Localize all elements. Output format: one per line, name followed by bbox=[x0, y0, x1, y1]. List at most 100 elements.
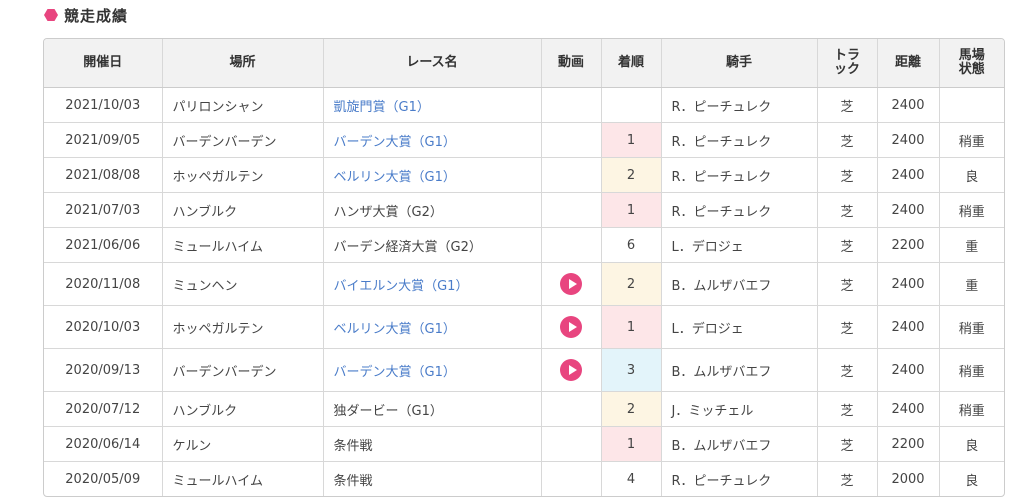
video-cell bbox=[541, 348, 602, 392]
jockey-cell: B．ムルザバエフ bbox=[661, 348, 818, 392]
race-name-text: 独ダービー（G1） bbox=[333, 403, 443, 419]
race-name-cell: バーデン経済大賞（G2） bbox=[323, 227, 542, 263]
race-name-cell: 独ダービー（G1） bbox=[323, 391, 542, 427]
video-cell bbox=[541, 87, 602, 123]
jockey-cell: R．ピーチュレク bbox=[661, 157, 818, 193]
race-name-text: バーデン経済大賞（G2） bbox=[333, 239, 482, 255]
race-name-cell: 条件戦 bbox=[323, 426, 542, 462]
header-date: 開催日 bbox=[44, 39, 163, 88]
distance-cell: 2400 bbox=[877, 305, 940, 349]
race-name-link[interactable]: バイエルン大賞（G1） bbox=[334, 279, 469, 294]
race-name-cell: 条件戦 bbox=[323, 461, 542, 496]
venue-cell: ミュールハイム bbox=[162, 227, 324, 263]
condition-cell: 稍重 bbox=[939, 305, 1004, 349]
race-name-cell: バイエルン大賞（G1） bbox=[323, 262, 542, 306]
play-icon[interactable] bbox=[560, 359, 582, 381]
track-cell: 芝 bbox=[817, 426, 878, 462]
finish-cell: 3 bbox=[601, 348, 662, 392]
section-title: 競走成績 bbox=[64, 6, 129, 25]
video-cell bbox=[541, 192, 602, 228]
date-cell: 2020/07/12 bbox=[44, 391, 163, 427]
header-video: 動画 bbox=[541, 39, 602, 88]
jockey-cell: R．ピーチュレク bbox=[661, 87, 818, 123]
finish-cell: 1 bbox=[601, 192, 662, 228]
condition-cell: 重 bbox=[939, 262, 1004, 306]
finish-cell: 1 bbox=[601, 122, 662, 158]
jockey-cell: R．ピーチュレク bbox=[661, 461, 818, 496]
table-row: 2020/05/09 ミュールハイム 条件戦 4 R．ピーチュレク芝 2000 良 bbox=[44, 461, 1004, 496]
distance-cell: 2200 bbox=[877, 426, 940, 462]
race-name-cell: バーデン大賞（G1） bbox=[323, 348, 542, 392]
date-cell: 2020/05/09 bbox=[44, 461, 163, 496]
condition-cell: 良 bbox=[939, 157, 1004, 193]
date-cell: 2021/07/03 bbox=[44, 192, 163, 228]
table-row: 2020/09/13 バーデンバーデン バーデン大賞（G1） 3 B．ムルザバエフ芝 24… bbox=[44, 348, 1004, 392]
track-cell: 芝 bbox=[817, 192, 878, 228]
table-row: 2021/10/03 パリロンシャン 凱旋門賞（G1） R．ピーチュレク芝 2400 bbox=[44, 87, 1004, 123]
table-row: 2021/07/03 ハンブルク ハンザ大賞（G2） 1 R．ピーチュレク芝 2400 稍重 bbox=[44, 192, 1004, 228]
track-cell: 芝 bbox=[817, 391, 878, 427]
venue-cell: バーデンバーデン bbox=[162, 348, 324, 392]
race-name-cell: ベルリン大賞（G1） bbox=[323, 157, 542, 193]
header-distance: 距離 bbox=[877, 39, 940, 88]
date-cell: 2021/10/03 bbox=[44, 87, 163, 123]
race-name-cell: ベルリン大賞（G1） bbox=[323, 305, 542, 349]
date-cell: 2020/10/03 bbox=[44, 305, 163, 349]
condition-cell bbox=[939, 87, 1004, 123]
header-race: レース名 bbox=[323, 39, 542, 88]
jockey-cell: R．ピーチュレク bbox=[661, 122, 818, 158]
venue-cell: ハンブルク bbox=[162, 391, 324, 427]
race-name-link[interactable]: バーデン大賞（G1） bbox=[334, 135, 456, 150]
venue-cell: パリロンシャン bbox=[162, 87, 324, 123]
race-name-text: 条件戦 bbox=[333, 473, 373, 489]
venue-cell: バーデンバーデン bbox=[162, 122, 324, 158]
track-cell: 芝 bbox=[817, 262, 878, 306]
jockey-cell: R．ピーチュレク bbox=[661, 192, 818, 228]
race-name-link[interactable]: ベルリン大賞（G1） bbox=[334, 322, 456, 337]
date-cell: 2020/06/14 bbox=[44, 426, 163, 462]
venue-cell: ミュンヘン bbox=[162, 262, 324, 306]
race-name-link[interactable]: ベルリン大賞（G1） bbox=[334, 170, 456, 185]
distance-cell: 2400 bbox=[877, 348, 940, 392]
play-icon[interactable] bbox=[560, 316, 582, 338]
race-name-link[interactable]: 凱旋門賞（G1） bbox=[334, 100, 430, 115]
table-row: 2020/06/14 ケルン 条件戦 1 B．ムルザバエフ芝 2200 良 bbox=[44, 426, 1004, 462]
race-name-link[interactable]: バーデン大賞（G1） bbox=[334, 365, 456, 380]
video-cell bbox=[541, 305, 602, 349]
date-cell: 2021/06/06 bbox=[44, 227, 163, 263]
distance-cell: 2200 bbox=[877, 227, 940, 263]
track-cell: 芝 bbox=[817, 227, 878, 263]
table-header-row: 開催日 場所 レース名 動画 着順 騎手 トラック 距離 馬場状態 bbox=[44, 39, 1004, 88]
video-cell bbox=[541, 426, 602, 462]
date-cell: 2021/09/05 bbox=[44, 122, 163, 158]
track-cell: 芝 bbox=[817, 122, 878, 158]
header-condition: 馬場状態 bbox=[939, 39, 1004, 88]
condition-cell: 稍重 bbox=[939, 192, 1004, 228]
date-cell: 2020/09/13 bbox=[44, 348, 163, 392]
distance-cell: 2400 bbox=[877, 87, 940, 123]
table-row: 2020/10/03 ホッペガルテン ベルリン大賞（G1） 1 L．デロジェ芝 2400 稍… bbox=[44, 305, 1004, 349]
venue-cell: ハンブルク bbox=[162, 192, 324, 228]
play-icon[interactable] bbox=[560, 273, 582, 295]
table-row: 2021/09/05 バーデンバーデン バーデン大賞（G1） 1 R．ピーチュレク芝 24… bbox=[44, 122, 1004, 158]
distance-cell: 2400 bbox=[877, 262, 940, 306]
header-finish: 着順 bbox=[601, 39, 662, 88]
distance-cell: 2400 bbox=[877, 391, 940, 427]
condition-cell: 稍重 bbox=[939, 122, 1004, 158]
distance-cell: 2000 bbox=[877, 461, 940, 496]
finish-cell: 4 bbox=[601, 461, 662, 496]
jockey-cell: L．デロジェ bbox=[661, 305, 818, 349]
section-header: 競走成績 bbox=[44, 4, 128, 26]
video-cell bbox=[541, 157, 602, 193]
condition-cell: 稍重 bbox=[939, 391, 1004, 427]
finish-cell: 2 bbox=[601, 157, 662, 193]
finish-cell: 1 bbox=[601, 305, 662, 349]
jockey-cell: B．ムルザバエフ bbox=[661, 426, 818, 462]
condition-cell: 良 bbox=[939, 426, 1004, 462]
distance-cell: 2400 bbox=[877, 192, 940, 228]
table-row: 2021/08/08 ホッペガルテン ベルリン大賞（G1） 2 R．ピーチュレク芝 240… bbox=[44, 157, 1004, 193]
video-cell bbox=[541, 262, 602, 306]
table-row: 2021/06/06 ミュールハイム バーデン経済大賞（G2） 6 L．デロジェ芝 220… bbox=[44, 227, 1004, 263]
venue-cell: ミュールハイム bbox=[162, 461, 324, 496]
venue-cell: ホッペガルテン bbox=[162, 305, 324, 349]
